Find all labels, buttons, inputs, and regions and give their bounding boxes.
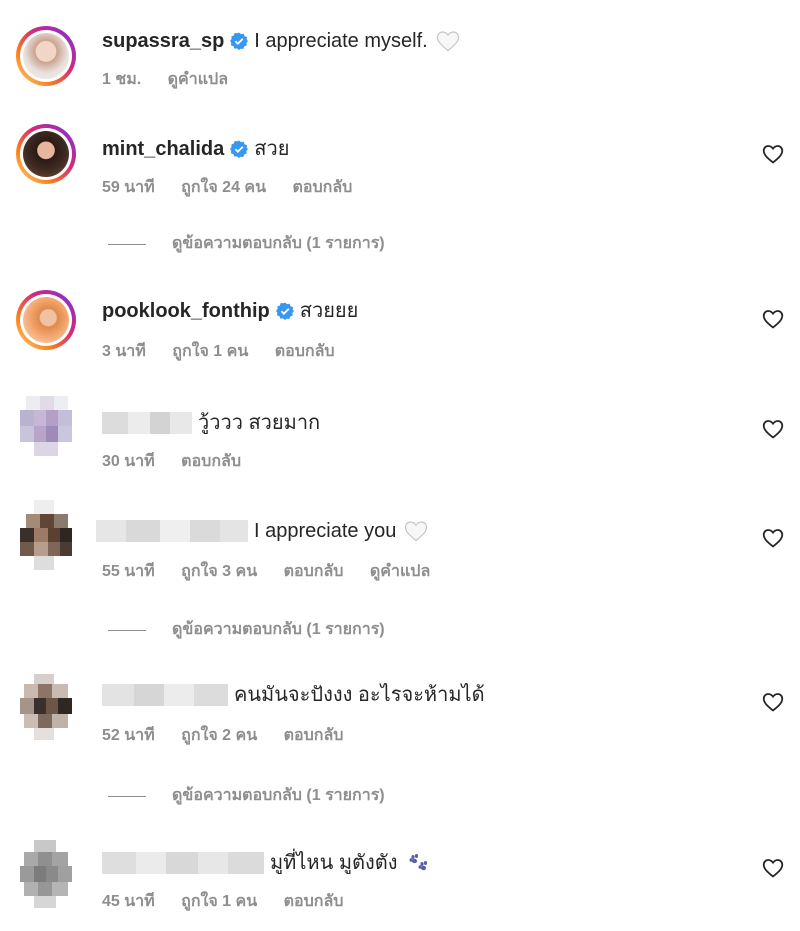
translate-button[interactable]: ดูคำแปล xyxy=(168,71,228,88)
heart-icon[interactable] xyxy=(762,858,784,878)
view-replies-label: ดูข้อความตอบกลับ (1 รายการ) xyxy=(172,235,385,252)
view-replies-button[interactable]: ดูข้อความตอบกลับ (1 รายการ) xyxy=(108,620,385,640)
avatar[interactable] xyxy=(20,674,72,750)
comment-username[interactable]: mint_chalida xyxy=(102,136,224,162)
comment-row: คนมันจะปังงง อะไรจะห้ามได้ 52 นาที ถูกใจ… xyxy=(0,668,800,818)
comment-username[interactable] xyxy=(102,684,228,706)
caption-row: supassra_sp I appreciate myself. 1 ชม. ด… xyxy=(0,14,800,94)
view-replies-label: ดูข้อความตอบกลับ (1 รายการ) xyxy=(172,621,385,638)
reply-button[interactable]: ตอบกลับ xyxy=(284,893,344,910)
white-heart-emoji xyxy=(436,31,459,52)
divider xyxy=(108,795,146,797)
heart-icon[interactable] xyxy=(762,419,784,439)
comment-time: 3 นาที xyxy=(102,343,146,360)
comment-row: วู้ววว สวยมาก 30 นาที ตอบกลับ xyxy=(0,392,800,482)
heart-icon[interactable] xyxy=(762,144,784,164)
view-replies-label: ดูข้อความตอบกลับ (1 รายการ) xyxy=(172,787,385,804)
comment-username[interactable] xyxy=(102,852,264,874)
verified-badge-icon xyxy=(230,32,249,50)
comment-time: 55 นาที xyxy=(102,563,155,580)
comment-text: สวย xyxy=(254,138,290,160)
likes-count[interactable]: ถูกใจ 1 คน xyxy=(172,343,248,360)
view-replies-button[interactable]: ดูข้อความตอบกลับ (1 รายการ) xyxy=(108,234,385,254)
avatar[interactable] xyxy=(20,500,72,576)
comment-row: pooklook_fonthip สวยยย 3 นาที ถูกใจ 1 คน… xyxy=(0,276,800,366)
heart-icon[interactable] xyxy=(762,309,784,329)
comment-text: มูที่ไหน มูตังตัง xyxy=(270,852,398,874)
comment-row: มูที่ไหน มูตังตัง 45 นาที ถูกใจ 1 คน ตอบ… xyxy=(0,836,800,926)
avatar[interactable] xyxy=(16,290,76,350)
comment-text: I appreciate you xyxy=(254,520,397,542)
reply-button[interactable]: ตอบกลับ xyxy=(275,343,335,360)
white-heart-emoji xyxy=(405,521,428,542)
verified-badge-icon xyxy=(275,302,294,320)
likes-count[interactable]: ถูกใจ 3 คน xyxy=(181,563,257,580)
heart-icon[interactable] xyxy=(762,528,784,548)
avatar[interactable] xyxy=(20,840,72,916)
likes-count[interactable]: ถูกใจ 1 คน xyxy=(181,893,257,910)
comment-time: 52 นาที xyxy=(102,727,155,744)
reply-button[interactable]: ตอบกลับ xyxy=(293,179,353,196)
likes-count[interactable]: ถูกใจ 24 คน xyxy=(181,179,266,196)
comment-text: คนมันจะปังงง อะไรจะห้ามได้ xyxy=(234,684,485,706)
comment-username[interactable] xyxy=(96,520,248,542)
translate-button[interactable]: ดูคำแปล xyxy=(370,563,430,580)
verified-badge-icon xyxy=(230,140,249,158)
paw-prints-emoji xyxy=(409,854,427,871)
avatar[interactable] xyxy=(16,26,76,86)
reply-button[interactable]: ตอบกลับ xyxy=(284,727,344,744)
comment-time: 59 นาที xyxy=(102,179,155,196)
view-replies-button[interactable]: ดูข้อความตอบกลับ (1 รายการ) xyxy=(108,786,385,806)
reply-button[interactable]: ตอบกลับ xyxy=(284,563,344,580)
comment-time: 45 นาที xyxy=(102,893,155,910)
divider xyxy=(108,629,146,631)
comment-text: วู้ววว สวยมาก xyxy=(198,412,321,434)
comment-username[interactable] xyxy=(102,412,192,434)
comment-time: 30 นาที xyxy=(102,453,155,470)
comment-username[interactable]: pooklook_fonthip xyxy=(102,298,270,324)
avatar[interactable] xyxy=(16,124,76,184)
comment-row: I appreciate you 55 นาที ถูกใจ 3 คน ตอบก… xyxy=(0,500,800,650)
caption-text: I appreciate myself. xyxy=(254,30,428,52)
caption-username[interactable]: supassra_sp xyxy=(102,28,224,54)
likes-count[interactable]: ถูกใจ 2 คน xyxy=(181,727,257,744)
heart-icon[interactable] xyxy=(762,692,784,712)
reply-button[interactable]: ตอบกลับ xyxy=(181,453,241,470)
divider xyxy=(108,243,146,245)
avatar[interactable] xyxy=(20,396,72,472)
caption-time: 1 ชม. xyxy=(102,71,142,88)
comment-text: สวยยย xyxy=(299,300,359,322)
comment-row: mint_chalida สวย 59 นาที ถูกใจ 24 คน ตอบ… xyxy=(0,112,800,252)
